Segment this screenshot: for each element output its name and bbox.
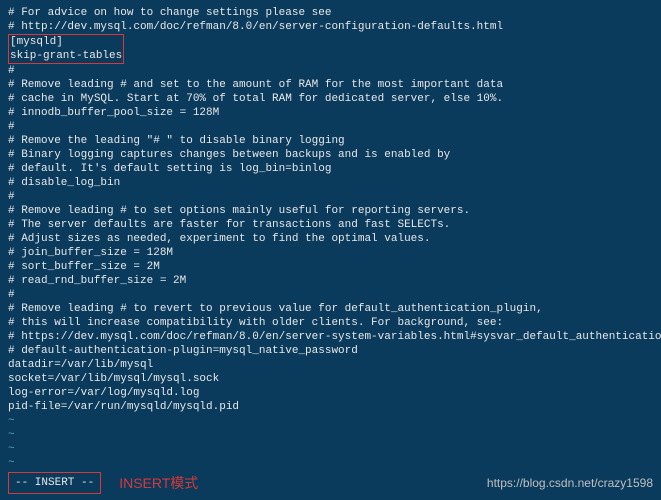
config-line: # <box>8 120 653 134</box>
tilde-line: ~ <box>8 428 653 442</box>
config-line: # https://dev.mysql.com/doc/refman/8.0/e… <box>8 330 653 344</box>
config-line: # Remove leading # to set options mainly… <box>8 204 653 218</box>
config-line: datadir=/var/lib/mysql <box>8 358 653 372</box>
config-line: # sort_buffer_size = 2M <box>8 260 653 274</box>
config-line: # this will increase compatibility with … <box>8 316 653 330</box>
config-line: pid-file=/var/run/mysqld/mysqld.pid <box>8 400 653 414</box>
config-line: # disable_log_bin <box>8 176 653 190</box>
config-line: # cache in MySQL. Start at 70% of total … <box>8 92 653 106</box>
mode-indicator: -- INSERT -- <box>8 472 101 494</box>
section-header: [mysqld] <box>10 36 63 48</box>
config-line: # Adjust sizes as needed, experiment to … <box>8 232 653 246</box>
watermark: https://blog.csdn.net/crazy1598 <box>487 476 653 490</box>
config-line: log-error=/var/log/mysqld.log <box>8 386 653 400</box>
config-line: # Binary logging captures changes betwee… <box>8 148 653 162</box>
terminal-editor[interactable]: # For advice on how to change settings p… <box>0 0 661 500</box>
config-line: # innodb_buffer_pool_size = 128M <box>8 106 653 120</box>
config-line: socket=/var/lib/mysql/mysql.sock <box>8 372 653 386</box>
config-line: # Remove leading # to revert to previous… <box>8 302 653 316</box>
skip-grant-tables: skip-grant-tables <box>10 50 122 62</box>
tilde-line: ~ <box>8 456 653 470</box>
config-line: # The server defaults are faster for tra… <box>8 218 653 232</box>
config-line: # default-authentication-plugin=mysql_na… <box>8 344 653 358</box>
config-line: # <box>8 64 653 78</box>
tilde-line: ~ <box>8 414 653 428</box>
tilde-line: ~ <box>8 442 653 456</box>
config-line: # <box>8 288 653 302</box>
config-line: # read_rnd_buffer_size = 2M <box>8 274 653 288</box>
section-highlight: [mysqld] skip-grant-tables <box>8 34 124 64</box>
config-line: # join_buffer_size = 128M <box>8 246 653 260</box>
mode-label: INSERT模式 <box>119 476 198 490</box>
config-line: # Remove leading # and set to the amount… <box>8 78 653 92</box>
config-line: # http://dev.mysql.com/doc/refman/8.0/en… <box>8 20 653 34</box>
config-line: # Remove the leading "# " to disable bin… <box>8 134 653 148</box>
config-line: # default. It's default setting is log_b… <box>8 162 653 176</box>
config-line: # <box>8 190 653 204</box>
config-line: # For advice on how to change settings p… <box>8 6 653 20</box>
mode-text: -- INSERT -- <box>15 477 94 489</box>
